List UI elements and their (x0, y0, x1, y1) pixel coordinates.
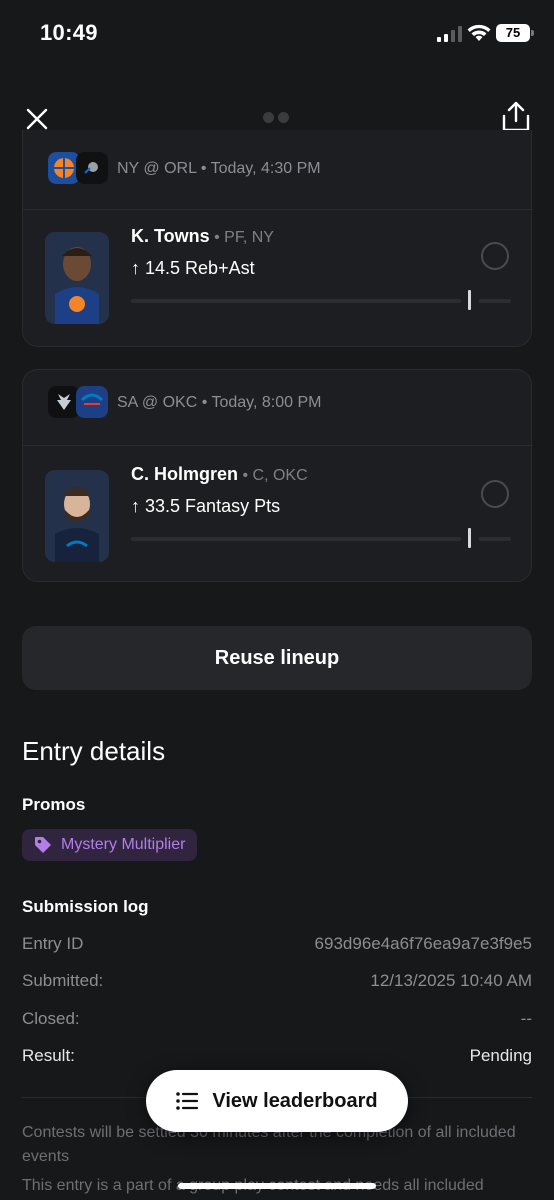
status-bar: 10:49 75 (0, 0, 554, 66)
line-marker (468, 290, 471, 310)
log-row-submitted: Submitted: 12/13/2025 10:40 AM (22, 971, 532, 995)
tag-icon (35, 837, 51, 853)
game-info: SA @ OKC • Today, 8:00 PM (117, 394, 322, 411)
log-key: Submitted: (22, 971, 104, 990)
log-row-entry-id: Entry ID 693d96e4a6f76ea9a7e3f9e5 (22, 934, 532, 958)
home-indicator[interactable] (178, 1183, 376, 1189)
player-name: C. Holmgren • C, OKC (131, 464, 308, 484)
team-logos (48, 386, 108, 418)
promos-label: Promos (22, 795, 86, 814)
prop-line: ↑ 33.5 Fantasy Pts (131, 496, 280, 517)
log-key: Entry ID (22, 934, 84, 953)
player-meta: C, OKC (252, 467, 308, 484)
result-status-circle (481, 242, 509, 270)
page-dot (263, 112, 274, 123)
team-logos (48, 152, 108, 184)
page-dot (278, 112, 289, 123)
result-status-circle (481, 480, 509, 508)
player-row[interactable]: K. Towns • PF, NY ↑ 14.5 Reb+Ast (23, 220, 533, 340)
list-icon (176, 1092, 199, 1110)
player-meta: PF, NY (224, 229, 274, 246)
status-time: 10:49 (40, 20, 98, 45)
wifi-icon (467, 24, 491, 41)
progress-track (131, 537, 461, 541)
battery-indicator: 75 (496, 24, 530, 42)
log-value: -- (520, 1009, 532, 1028)
progress-track (131, 299, 461, 303)
game-time: Today, 4:30 PM (210, 160, 321, 177)
progress-track-end (479, 537, 511, 541)
player-headshot (45, 470, 109, 562)
player-name: K. Towns • PF, NY (131, 226, 274, 246)
game-matchup: NY @ ORL (117, 160, 197, 177)
arrow-up-icon: ↑ (131, 496, 140, 516)
player-row[interactable]: C. Holmgren • C, OKC ↑ 33.5 Fantasy Pts (23, 458, 533, 578)
share-icon[interactable] (500, 100, 532, 134)
pick-card[interactable]: SA @ OKC • Today, 8:00 PM C. Holmgren • … (22, 369, 533, 582)
page-indicator (263, 112, 289, 123)
view-leaderboard-label: View leaderboard (212, 1089, 378, 1112)
log-value: Pending (469, 1046, 532, 1065)
reuse-lineup-button[interactable]: Reuse lineup (22, 626, 532, 690)
arrow-up-icon: ↑ (131, 258, 140, 278)
log-key: Closed: (22, 1009, 80, 1028)
promo-chip[interactable]: Mystery Multiplier (22, 829, 198, 861)
log-key: Result: (22, 1046, 75, 1065)
game-time: Today, 8:00 PM (211, 394, 322, 411)
prop-value: 14.5 Reb+Ast (145, 258, 255, 278)
game-header: SA @ OKC • Today, 8:00 PM (23, 386, 533, 446)
progress-track-end (479, 299, 511, 303)
game-matchup: SA @ OKC (117, 394, 198, 411)
log-row-result: Result: Pending (22, 1046, 532, 1070)
magic-logo (76, 152, 108, 184)
submission-log-label: Submission log (22, 897, 149, 916)
player-headshot (45, 232, 109, 324)
log-value: 12/13/2025 10:40 AM (370, 971, 532, 990)
cellular-signal-icon (437, 26, 462, 42)
line-marker (468, 528, 471, 548)
view-leaderboard-button[interactable]: View leaderboard (146, 1070, 408, 1132)
prop-value: 33.5 Fantasy Pts (145, 496, 281, 516)
battery-cap (531, 30, 534, 36)
prop-line: ↑ 14.5 Reb+Ast (131, 258, 255, 279)
log-value: 693d96e4a6f76ea9a7e3f9e5 (314, 934, 532, 953)
thunder-logo (76, 386, 108, 418)
log-row-closed: Closed: -- (22, 1009, 532, 1033)
entry-details-title: Entry details (22, 736, 166, 766)
pick-card[interactable]: NY @ ORL • Today, 4:30 PM K. Towns • PF,… (22, 130, 533, 347)
game-header: NY @ ORL • Today, 4:30 PM (23, 152, 533, 210)
promo-label: Mystery Multiplier (61, 836, 186, 853)
game-info: NY @ ORL • Today, 4:30 PM (117, 160, 321, 177)
